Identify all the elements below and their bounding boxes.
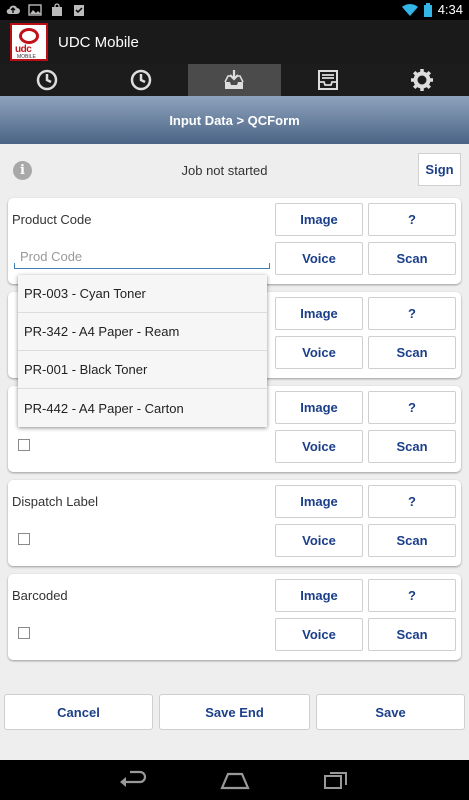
dropdown-option[interactable]: PR-442 - A4 Paper - Carton	[18, 389, 267, 427]
status-bar: 4:34	[0, 0, 469, 20]
page-header: Input Data > QCForm	[0, 96, 469, 144]
scan-button[interactable]: Scan	[368, 618, 456, 651]
job-status: Job not started	[181, 163, 268, 178]
gear-icon	[411, 69, 434, 91]
voice-button[interactable]: Voice	[275, 242, 363, 275]
voice-button[interactable]: Voice	[275, 524, 363, 557]
help-button[interactable]: ?	[368, 297, 456, 330]
dropdown-option[interactable]: PR-001 - Black Toner	[18, 351, 267, 389]
status-time: 4:34	[437, 2, 463, 17]
tab-settings[interactable]	[375, 64, 469, 96]
field-card-barcoded: Barcoded Image ? Voice Scan	[8, 574, 461, 660]
clipboard-check-icon	[74, 5, 84, 16]
help-button[interactable]: ?	[368, 485, 456, 518]
inbox-download-icon	[224, 70, 245, 89]
save-end-button[interactable]: Save End	[159, 694, 310, 730]
tab-input-data[interactable]	[187, 64, 282, 96]
product-code-dropdown: PR-003 - Cyan Toner PR-342 - A4 Paper - …	[18, 275, 267, 427]
field-label: Barcoded	[12, 588, 68, 603]
voice-button[interactable]: Voice	[275, 430, 363, 463]
field-card-product-code: Product Code Prod Code Image ? Voice Sca…	[8, 198, 461, 284]
wifi-icon	[401, 3, 418, 16]
tab-history[interactable]	[94, 64, 188, 96]
image-button[interactable]: Image	[275, 579, 363, 612]
field-label: Product Code	[12, 212, 92, 227]
field-card-dispatch-label: Dispatch Label Image ? Voice Scan	[8, 480, 461, 566]
back-icon[interactable]	[118, 770, 150, 790]
scan-button[interactable]: Scan	[368, 524, 456, 557]
voice-button[interactable]: Voice	[275, 336, 363, 369]
recent-apps-icon[interactable]	[322, 770, 350, 790]
scan-button[interactable]: Scan	[368, 242, 456, 275]
barcoded-checkbox[interactable]	[18, 627, 30, 639]
clock-icon	[130, 69, 151, 91]
shopping-bag-icon	[52, 3, 62, 16]
tab-recent-jobs[interactable]	[0, 64, 94, 96]
app-title: UDC Mobile	[58, 33, 139, 51]
breadcrumb: Input Data > QCForm	[169, 112, 300, 128]
help-button[interactable]: ?	[368, 203, 456, 236]
help-button[interactable]: ?	[368, 579, 456, 612]
battery-icon	[423, 2, 432, 17]
cancel-button[interactable]: Cancel	[4, 694, 153, 730]
dispatch-label-checkbox[interactable]	[18, 533, 30, 545]
field-label: Dispatch Label	[12, 494, 98, 509]
app-logo: udc MOBILE	[10, 23, 48, 61]
help-button[interactable]: ?	[368, 391, 456, 424]
field-checkbox[interactable]	[18, 439, 30, 451]
product-code-input[interactable]: Prod Code	[14, 243, 270, 269]
tab-outbox[interactable]	[281, 64, 375, 96]
dropdown-option[interactable]: PR-003 - Cyan Toner	[18, 275, 267, 313]
tray-icon	[318, 70, 339, 90]
image-button[interactable]: Image	[275, 203, 363, 236]
clock-icon	[36, 69, 58, 91]
navigation-bar	[0, 760, 469, 800]
image-button[interactable]: Image	[275, 485, 363, 518]
image-icon	[28, 4, 42, 16]
image-button[interactable]: Image	[275, 297, 363, 330]
sign-button[interactable]: Sign	[418, 153, 461, 186]
scan-button[interactable]: Scan	[368, 336, 456, 369]
tab-bar	[0, 64, 469, 96]
cloud-upload-icon	[6, 5, 20, 14]
dropdown-option[interactable]: PR-342 - A4 Paper - Ream	[18, 313, 267, 351]
scan-button[interactable]: Scan	[368, 430, 456, 463]
image-button[interactable]: Image	[275, 391, 363, 424]
save-button[interactable]: Save	[316, 694, 465, 730]
home-icon[interactable]	[219, 770, 251, 790]
app-bar: udc MOBILE UDC Mobile	[0, 20, 469, 64]
voice-button[interactable]: Voice	[275, 618, 363, 651]
